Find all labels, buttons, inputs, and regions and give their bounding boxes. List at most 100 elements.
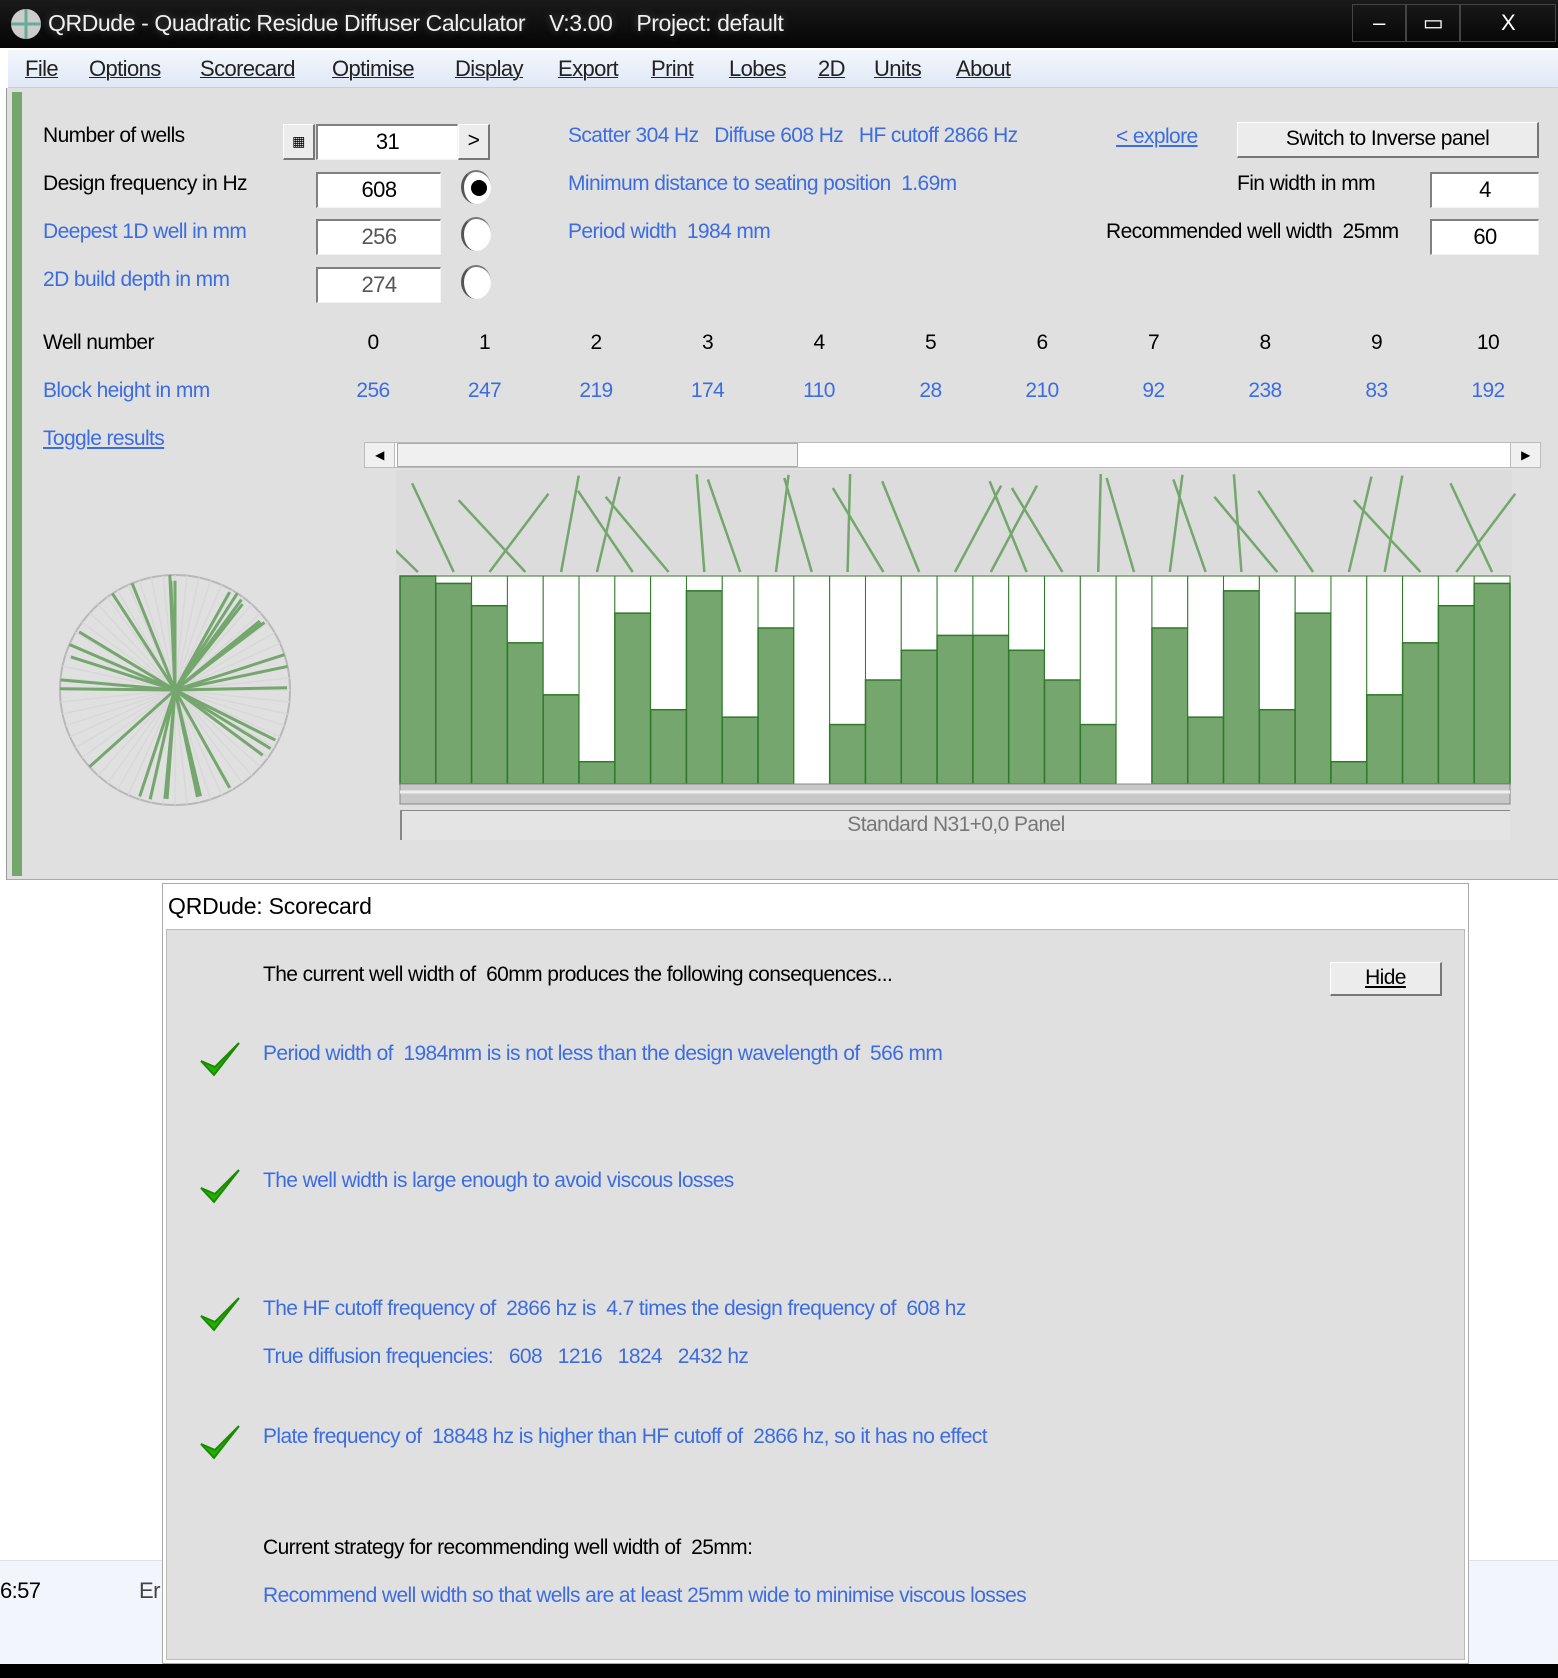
well-opening	[936, 575, 974, 636]
window-title: QRDude - Quadratic Residue Diffuser Calc…	[48, 10, 784, 36]
app-logo-icon	[11, 9, 41, 39]
depth2d-input[interactable]: 274	[316, 267, 441, 303]
well-opening	[1473, 575, 1511, 584]
menu-optimise[interactable]: Optimise	[332, 56, 415, 82]
well-opening	[864, 575, 902, 681]
menu-options[interactable]: Options	[89, 56, 161, 82]
well-block	[1437, 604, 1475, 785]
well-block	[864, 679, 903, 785]
deepest-label: Deepest 1D well in mm	[43, 220, 247, 243]
well-opening	[614, 575, 652, 614]
well-number: 4	[813, 331, 825, 354]
well-width-input[interactable]: 60	[1430, 219, 1539, 255]
well-opening	[721, 575, 759, 718]
wells-label: Number of wells	[43, 124, 185, 147]
well-block	[721, 716, 759, 785]
scroll-thumb[interactable]	[397, 443, 798, 467]
well-block	[685, 590, 724, 785]
menu-about[interactable]: About	[956, 56, 1011, 82]
check-icon	[200, 1169, 240, 1204]
deepest-radio[interactable]	[461, 217, 491, 251]
panel-label-box: Standard N31+0,0 Panel	[400, 810, 1510, 840]
well-opening	[1044, 575, 1081, 681]
menu-units[interactable]: Units	[874, 56, 922, 82]
fin-width-input[interactable]: 4	[1430, 172, 1539, 208]
well-block	[614, 612, 652, 785]
scroll-right-button[interactable]: ▶	[1510, 443, 1540, 467]
toggle-results-link[interactable]: Toggle results	[43, 427, 165, 451]
block-height-label: Block height in mm	[43, 379, 210, 402]
well-number: 5	[924, 331, 937, 354]
switch-inverse-button[interactable]: Switch to Inverse panel	[1237, 122, 1539, 158]
well-block	[470, 604, 509, 785]
block-height: 110	[803, 379, 835, 402]
well-block	[1401, 642, 1440, 785]
hide-button[interactable]: Hide	[1330, 962, 1442, 996]
block-height: 92	[1142, 379, 1165, 402]
well-opening	[685, 575, 723, 592]
close-button[interactable]: X	[1460, 4, 1556, 42]
menu-export[interactable]: Export	[558, 56, 619, 82]
well-opening	[1187, 575, 1225, 718]
well-opening	[435, 575, 473, 584]
scroll-left-button[interactable]: ◀	[365, 443, 395, 467]
well-number: 0	[367, 331, 379, 354]
well-block	[757, 627, 795, 785]
well-number-label: Well number	[43, 331, 154, 354]
polar-grid	[69, 689, 176, 738]
well-block	[1258, 708, 1296, 785]
strategy-label: Current strategy for recommending well w…	[263, 1536, 753, 1559]
well-opening	[471, 575, 508, 607]
well-block	[578, 760, 616, 785]
menu-display[interactable]: Display	[455, 56, 524, 82]
freq-input[interactable]: 608	[316, 172, 441, 208]
period-width: Period width 1984 mm	[568, 220, 771, 243]
check-hf-cutoff: The HF cutoff frequency of 2866 hz is 4.…	[263, 1297, 966, 1320]
wells-input[interactable]: 31	[316, 124, 458, 160]
freq-radio[interactable]	[461, 170, 491, 204]
well-block	[1366, 694, 1404, 785]
well-block	[1043, 679, 1082, 785]
recommended-width-label: Recommended well width 25mm	[1106, 220, 1399, 243]
bottom-bar	[0, 1664, 1558, 1678]
well-scrollbar[interactable]: ◀ ▶	[364, 442, 1541, 468]
well-opening	[1402, 575, 1439, 644]
block-height: 192	[1471, 379, 1505, 402]
well-number: 8	[1259, 331, 1271, 354]
well-opening	[793, 575, 831, 785]
well-block	[1079, 723, 1117, 785]
menu-print[interactable]: Print	[651, 56, 694, 82]
well-opening	[972, 575, 1010, 636]
menu-bar: File Options Scorecard Optimise Display …	[8, 50, 1558, 88]
min-distance: Minimum distance to seating position 1.6…	[568, 172, 957, 195]
well-number: 1	[478, 331, 491, 354]
check-plate-frequency: Plate frequency of 18848 hz is higher th…	[263, 1425, 988, 1448]
check-icon	[200, 1297, 240, 1332]
well-block	[936, 634, 974, 785]
menu-file[interactable]: File	[25, 56, 59, 82]
block-height: 238	[1248, 379, 1282, 402]
well-opening	[829, 575, 866, 726]
wells-prev-button[interactable]: ▦	[283, 124, 315, 160]
background-text: Er	[139, 1578, 160, 1603]
maximize-button[interactable]: ▭	[1406, 4, 1460, 42]
menu-2d[interactable]: 2D	[818, 56, 846, 82]
well-opening	[1294, 575, 1332, 614]
well-block	[506, 642, 544, 785]
wells-next-button[interactable]: >	[458, 124, 490, 160]
well-number: 7	[1147, 331, 1160, 354]
menu-scorecard[interactable]: Scorecard	[200, 56, 295, 82]
scorecard-intro: The current well width of 60mm produces …	[263, 963, 893, 986]
block-height: 28	[919, 379, 942, 402]
minimize-button[interactable]: ‒	[1352, 4, 1406, 42]
freq-label: Design frequency in Hz	[43, 172, 248, 195]
accent-bar	[12, 92, 22, 876]
menu-lobes[interactable]: Lobes	[729, 56, 787, 82]
block-height: 210	[1025, 379, 1059, 402]
depth2d-radio[interactable]	[461, 265, 491, 299]
explore-link[interactable]: < explore	[1116, 125, 1198, 149]
well-block	[1186, 716, 1225, 785]
deepest-input[interactable]: 256	[316, 219, 441, 255]
well-block	[1151, 627, 1189, 785]
background-time: 6:57	[0, 1578, 41, 1603]
